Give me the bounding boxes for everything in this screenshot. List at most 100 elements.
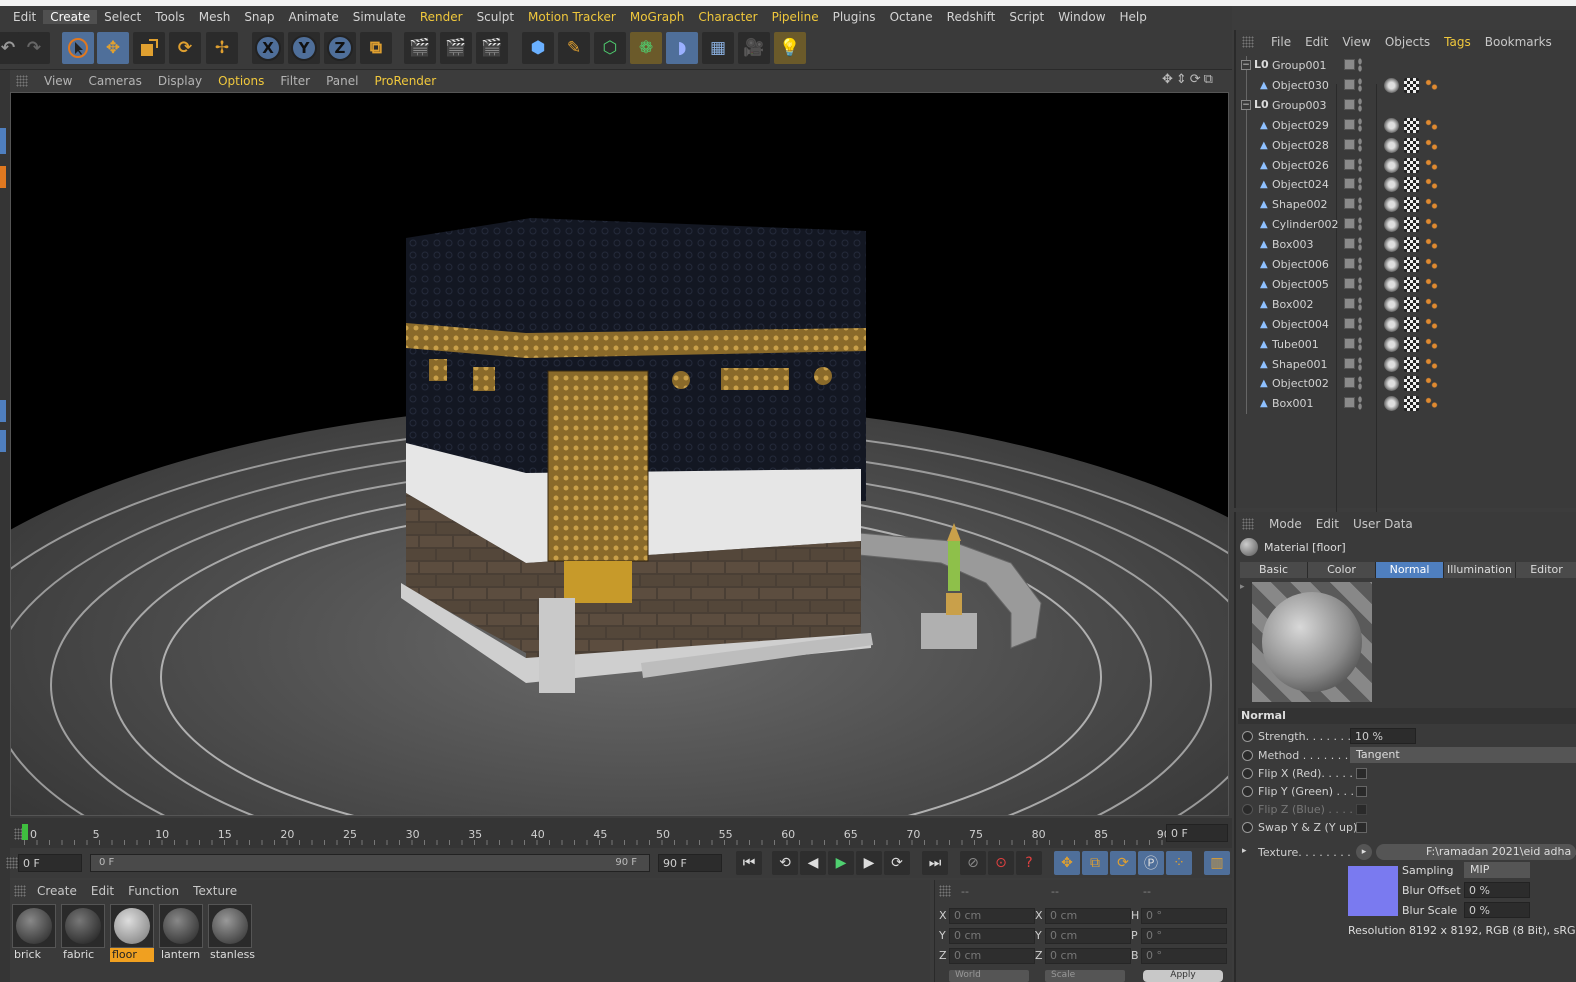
texture-tag-icon[interactable] bbox=[1404, 396, 1419, 412]
visibility-dots-icon[interactable] bbox=[1358, 77, 1362, 92]
coord-value-field[interactable]: 0 ° bbox=[1141, 908, 1227, 924]
render-view-icon[interactable]: 🎬 bbox=[404, 32, 436, 64]
layer-edit-icon[interactable] bbox=[1344, 297, 1355, 309]
phong-tag-icon[interactable] bbox=[1424, 237, 1439, 253]
attribute-menu-mode[interactable]: Mode bbox=[1262, 517, 1309, 531]
layer-edit-icon[interactable] bbox=[1344, 178, 1355, 190]
key-position-icon[interactable]: ✥ bbox=[1054, 851, 1080, 875]
coord-value-field[interactable]: 0 cm bbox=[1045, 948, 1131, 964]
key-pla-icon[interactable]: ⁘ bbox=[1166, 851, 1192, 875]
layer-edit-icon[interactable] bbox=[1344, 397, 1355, 409]
phong-tag-icon[interactable] bbox=[1424, 117, 1439, 133]
next-key-icon[interactable]: ⟳ bbox=[884, 851, 910, 875]
texture-tag-icon[interactable] bbox=[1404, 77, 1419, 93]
menu-motion-tracker[interactable]: Motion Tracker bbox=[521, 10, 623, 24]
texture-options-icon[interactable]: ▸ bbox=[1356, 844, 1372, 860]
menu-octane[interactable]: Octane bbox=[883, 10, 940, 24]
object-row[interactable]: ▲ Object030 bbox=[1236, 75, 1576, 96]
visibility-dots-icon[interactable] bbox=[1358, 257, 1362, 271]
texture-tag-icon[interactable] bbox=[1404, 117, 1419, 133]
layer-edit-icon[interactable] bbox=[1344, 198, 1355, 210]
flip-x-checkbox[interactable] bbox=[1356, 768, 1367, 779]
material-tag-icon[interactable] bbox=[1384, 137, 1399, 153]
collapse-arrow-icon[interactable]: ▸ bbox=[1240, 582, 1245, 592]
menu-window[interactable]: Window bbox=[1051, 10, 1112, 24]
phong-tag-icon[interactable] bbox=[1424, 197, 1439, 213]
object-menu-bookmarks[interactable]: Bookmarks bbox=[1478, 35, 1559, 49]
go-to-start-icon[interactable]: ⏮ bbox=[736, 851, 762, 875]
layer-edit-icon[interactable] bbox=[1344, 59, 1355, 70]
keyframe-radio[interactable] bbox=[1242, 822, 1253, 833]
coord-value-field[interactable]: 0 ° bbox=[1141, 948, 1227, 964]
menu-create[interactable]: Create bbox=[43, 10, 98, 24]
material-tag-icon[interactable] bbox=[1384, 396, 1399, 412]
texture-tag-icon[interactable] bbox=[1404, 356, 1419, 372]
material-swatch[interactable]: floor bbox=[110, 904, 154, 962]
menu-edit[interactable]: Edit bbox=[6, 10, 43, 24]
scale-mode-select[interactable]: Scale bbox=[1045, 970, 1125, 982]
visibility-dots-icon[interactable] bbox=[1358, 336, 1362, 351]
layer-edit-icon[interactable] bbox=[1344, 258, 1355, 269]
phong-tag-icon[interactable] bbox=[1424, 316, 1439, 332]
material-tag-icon[interactable] bbox=[1384, 257, 1399, 272]
z-axis-lock[interactable]: Z bbox=[324, 32, 356, 64]
object-row[interactable]: ▲ Cylinder002 bbox=[1236, 215, 1576, 236]
material-tag-icon[interactable] bbox=[1384, 157, 1399, 173]
tab-color[interactable]: Color bbox=[1308, 562, 1376, 578]
visibility-dots-icon[interactable] bbox=[1358, 296, 1362, 311]
menu-mograph[interactable]: MoGraph bbox=[623, 10, 692, 24]
material-swatch[interactable]: lantern bbox=[159, 904, 203, 962]
object-menu-file[interactable]: File bbox=[1264, 35, 1298, 49]
texture-tag-icon[interactable] bbox=[1404, 276, 1419, 292]
texture-tag-icon[interactable] bbox=[1404, 217, 1419, 233]
menu-sculpt[interactable]: Sculpt bbox=[470, 10, 521, 24]
phong-tag-icon[interactable] bbox=[1424, 177, 1439, 193]
object-menu-tags[interactable]: Tags bbox=[1437, 35, 1478, 49]
menu-animate[interactable]: Animate bbox=[282, 10, 346, 24]
coord-value-field[interactable]: 0 cm bbox=[949, 928, 1035, 944]
camera-icon[interactable]: 🎥 bbox=[738, 32, 770, 64]
phong-tag-icon[interactable] bbox=[1424, 137, 1439, 153]
object-menu-objects[interactable]: Objects bbox=[1378, 35, 1437, 49]
object-row[interactable]: ▲ Object002 bbox=[1236, 374, 1576, 395]
phong-tag-icon[interactable] bbox=[1424, 217, 1439, 233]
visibility-dots-icon[interactable] bbox=[1358, 117, 1362, 132]
blur-scale-field[interactable]: 0 % bbox=[1464, 902, 1530, 918]
autokey-icon[interactable]: ⊙ bbox=[988, 851, 1014, 875]
tab-editor[interactable]: Editor bbox=[1516, 562, 1576, 578]
cube-primitive-icon[interactable]: ⬢ bbox=[522, 32, 554, 64]
coordinate-mode-select[interactable]: World bbox=[949, 970, 1029, 982]
tab-normal[interactable]: Normal bbox=[1376, 562, 1444, 578]
expand-toggle-icon[interactable]: − bbox=[1241, 60, 1251, 70]
object-row[interactable]: ▲ Object024 bbox=[1236, 175, 1576, 196]
object-row[interactable]: ▲ Tube001 bbox=[1236, 334, 1576, 355]
material-tag-icon[interactable] bbox=[1384, 77, 1399, 93]
visibility-dots-icon[interactable] bbox=[1358, 58, 1362, 72]
object-row[interactable]: ▲ Object028 bbox=[1236, 135, 1576, 156]
menu-simulate[interactable]: Simulate bbox=[346, 10, 413, 24]
mograph-cloner-icon[interactable]: ❁ bbox=[630, 32, 662, 64]
viewport-menu-options[interactable]: Options bbox=[210, 74, 272, 88]
phong-tag-icon[interactable] bbox=[1424, 157, 1439, 173]
light-bulb-icon[interactable]: 💡 bbox=[774, 32, 806, 64]
layer-edit-icon[interactable] bbox=[1344, 357, 1355, 369]
layer-edit-icon[interactable] bbox=[1344, 317, 1355, 329]
render-settings-icon[interactable]: 🎬 bbox=[476, 32, 508, 64]
texture-tag-icon[interactable] bbox=[1404, 296, 1419, 312]
key-rotation-icon[interactable]: ⟳ bbox=[1110, 851, 1136, 875]
material-tag-icon[interactable] bbox=[1384, 336, 1399, 352]
material-tag-icon[interactable] bbox=[1384, 296, 1399, 312]
start-frame-field[interactable]: 0 F bbox=[18, 854, 82, 872]
texture-tag-icon[interactable] bbox=[1404, 257, 1419, 272]
current-frame-field[interactable]: 0 F bbox=[1166, 824, 1228, 842]
visibility-dots-icon[interactable] bbox=[1358, 396, 1362, 411]
layer-edit-icon[interactable] bbox=[1344, 377, 1355, 389]
keyframe-radio[interactable] bbox=[1242, 768, 1253, 779]
visibility-dots-icon[interactable] bbox=[1358, 316, 1362, 331]
material-tag-icon[interactable] bbox=[1384, 117, 1399, 133]
viewport-menu-panel[interactable]: Panel bbox=[318, 74, 366, 88]
y-axis-lock[interactable]: Y bbox=[288, 32, 320, 64]
keyframe-radio[interactable] bbox=[1242, 786, 1253, 797]
visibility-dots-icon[interactable] bbox=[1358, 197, 1362, 212]
method-select[interactable]: Tangent bbox=[1350, 747, 1576, 763]
